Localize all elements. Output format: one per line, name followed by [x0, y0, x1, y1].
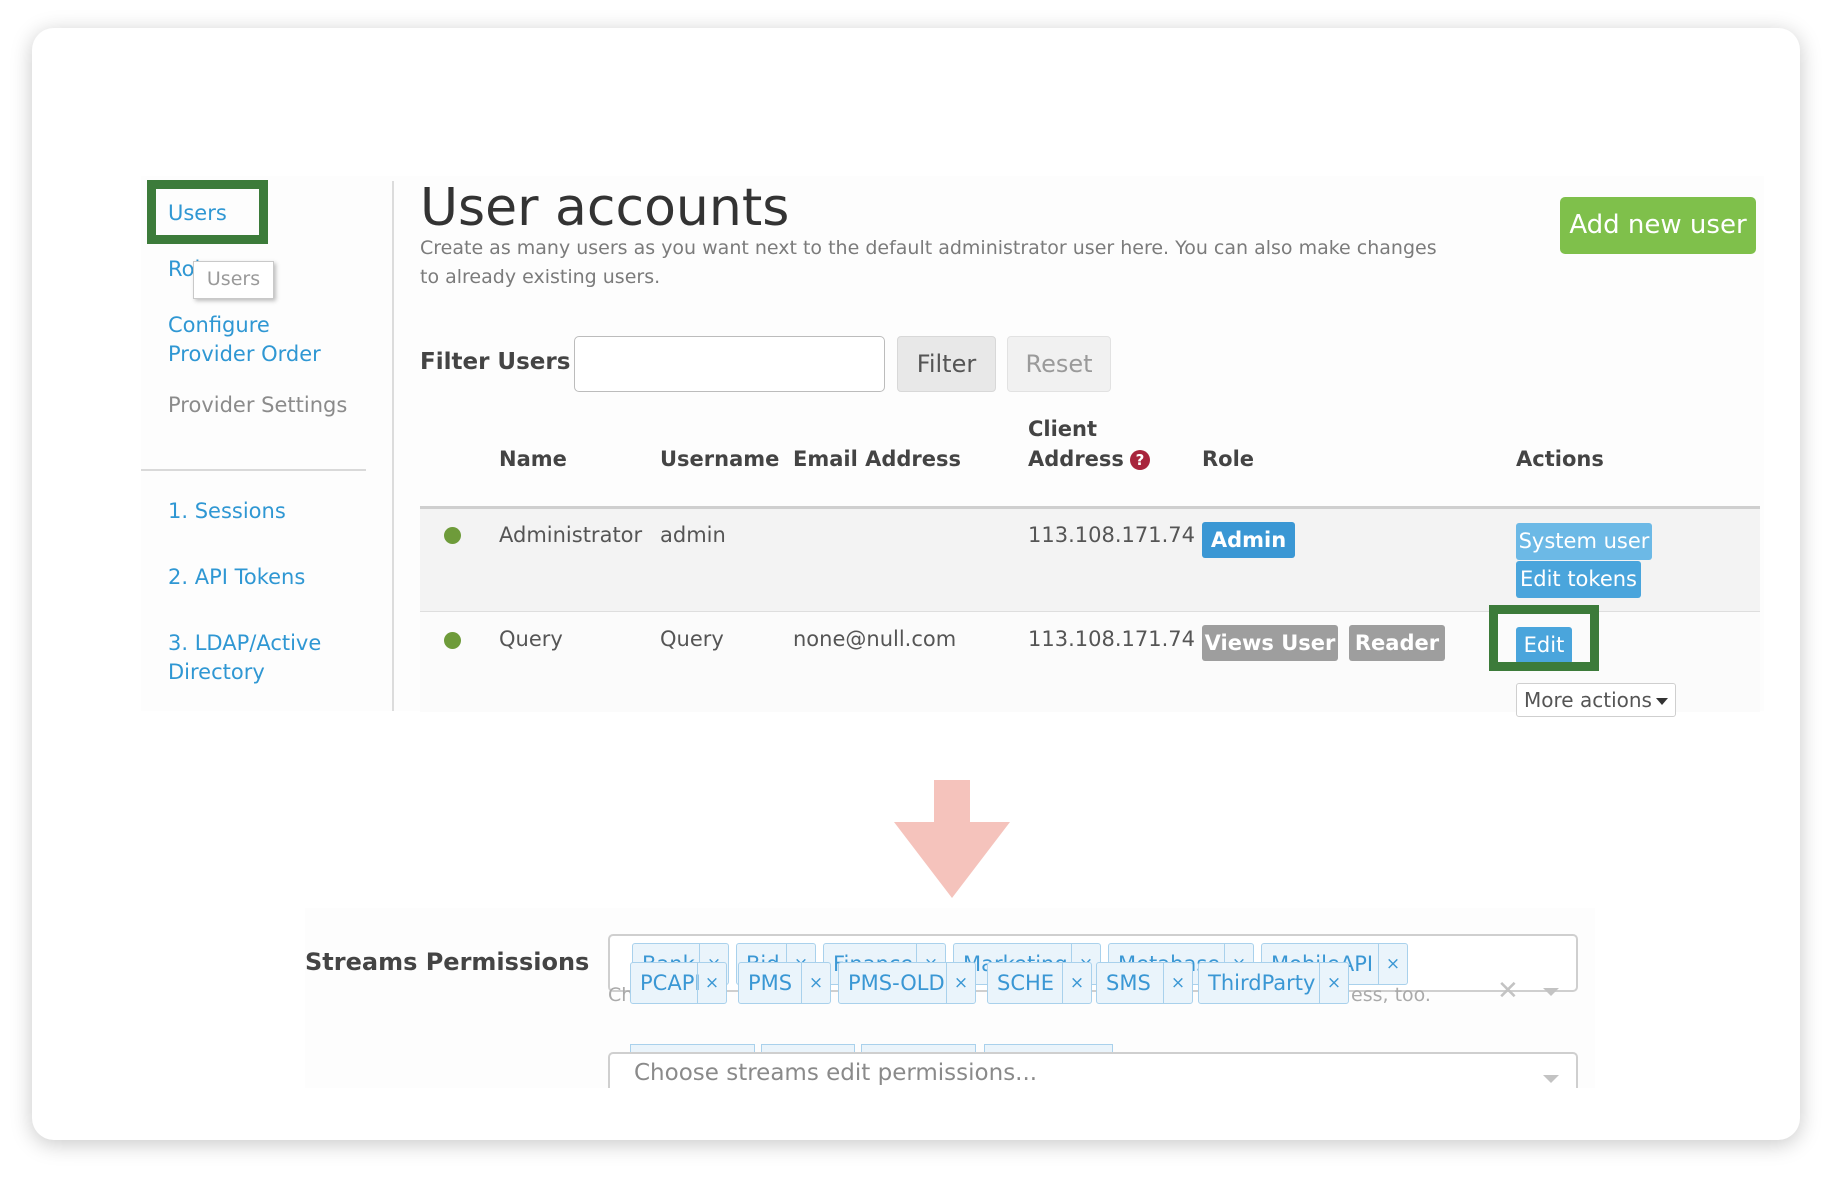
partial-tag — [761, 1044, 855, 1052]
sidebar-item-provider-order[interactable]: Configure Provider Order — [168, 311, 338, 369]
cell-email: none@null.com — [793, 627, 957, 651]
streams-edit-placeholder: Choose streams edit permissions... — [634, 1060, 1038, 1086]
cell-name: Query — [499, 627, 563, 651]
tag-label: PCAPI — [640, 971, 701, 995]
partial-tag — [984, 1044, 1113, 1052]
close-icon[interactable]: × — [1163, 963, 1192, 1003]
more-actions-label: More actions — [1524, 688, 1652, 712]
filter-input[interactable] — [574, 336, 885, 392]
tag-label: SMS — [1106, 971, 1151, 995]
chevron-down-icon[interactable] — [1543, 988, 1559, 996]
cell-client-address: 113.108.171.74 — [1028, 627, 1195, 651]
chevron-down-icon — [1655, 698, 1668, 705]
tag-pcapi: PCAPI × — [630, 962, 727, 1004]
sidebar-heading-provider-settings: Provider Settings — [168, 393, 348, 417]
close-icon[interactable]: × — [946, 963, 975, 1003]
clear-icon[interactable]: ✕ — [1497, 976, 1519, 1006]
tag-label: PMS — [748, 971, 793, 995]
screenshot-card: Users Roles Users Configure Provider Ord… — [32, 28, 1800, 1140]
sidebar-item-api-tokens[interactable]: 2. API Tokens — [168, 563, 305, 592]
sidebar-item-ldap[interactable]: 3. LDAP/Active Directory — [168, 629, 328, 687]
tag-label: PMS-OLD — [848, 971, 945, 995]
role-badge-reader: Reader — [1349, 625, 1445, 661]
sidebar-item-sessions[interactable]: 1. Sessions — [168, 497, 286, 526]
streams-permissions-label: Streams Permissions — [305, 948, 590, 976]
cell-client-address: 113.108.171.74 — [1028, 523, 1195, 547]
table-row: Query Query none@null.com 113.108.171.74… — [420, 605, 1760, 717]
column-header-client-address-label: Client Address — [1028, 417, 1124, 471]
admin-panel: Users Roles Users Configure Provider Ord… — [141, 176, 1764, 717]
role-badge-views-user: Views User — [1202, 625, 1338, 661]
close-icon[interactable]: × — [1378, 944, 1407, 984]
tag-sms: SMS × — [1096, 962, 1193, 1004]
close-icon[interactable]: × — [1062, 963, 1091, 1003]
cell-name: Administrator — [499, 523, 643, 547]
page-title: User accounts — [420, 178, 790, 238]
tag-thirdparty: ThirdParty × — [1198, 962, 1349, 1004]
system-user-button[interactable]: System user — [1516, 523, 1652, 560]
sidebar-divider — [141, 469, 366, 471]
status-active-icon — [444, 527, 461, 544]
streams-permissions-section: Streams Permissions Bank× Bid× Finance× … — [305, 908, 1595, 1088]
cell-username: admin — [660, 523, 726, 547]
close-icon[interactable]: × — [801, 963, 830, 1003]
hint-text-end: ess, too. — [1351, 984, 1431, 1006]
hover-tooltip: Users — [193, 261, 274, 299]
role-badge-admin: Admin — [1202, 522, 1295, 558]
tag-pms-old: PMS-OLD × — [838, 962, 976, 1004]
sidebar-separator — [392, 181, 394, 711]
highlight-box-edit — [1489, 605, 1599, 671]
close-icon[interactable]: × — [1319, 963, 1348, 1003]
close-icon[interactable]: × — [697, 963, 726, 1003]
chevron-down-icon[interactable] — [1543, 1075, 1559, 1083]
highlight-box-users — [147, 180, 268, 244]
page-subtitle: Create as many users as you want next to… — [420, 237, 1437, 288]
tag-label: SCHE — [997, 971, 1055, 995]
column-header-role: Role — [1202, 447, 1255, 471]
column-header-actions: Actions — [1516, 447, 1604, 471]
column-header-client-address: Client Address? — [1028, 414, 1158, 474]
column-header-name: Name — [499, 447, 567, 471]
filter-button[interactable]: Filter — [897, 336, 996, 392]
partial-tag — [630, 1044, 755, 1052]
edit-tokens-button[interactable]: Edit tokens — [1516, 561, 1641, 598]
tag-sche: SCHE × — [987, 962, 1092, 1004]
column-header-email: Email Address — [793, 447, 962, 471]
filter-label: Filter Users — [420, 349, 571, 375]
column-header-username: Username — [660, 447, 780, 471]
add-new-user-button[interactable]: Add new user — [1560, 197, 1756, 254]
table-row: Administrator admin 113.108.171.74 Admin… — [420, 509, 1760, 611]
tag-label: ThirdParty — [1208, 971, 1316, 995]
partial-tag — [861, 1044, 976, 1052]
reset-button[interactable]: Reset — [1007, 336, 1111, 392]
status-active-icon — [444, 632, 461, 649]
tag-pms: PMS × — [738, 962, 831, 1004]
help-icon[interactable]: ? — [1129, 450, 1150, 470]
streams-edit-select[interactable]: Choose streams edit permissions... — [608, 1052, 1578, 1088]
down-arrow-icon — [894, 780, 1010, 898]
cell-username: Query — [660, 627, 724, 651]
more-actions-dropdown[interactable]: More actions — [1516, 683, 1676, 717]
